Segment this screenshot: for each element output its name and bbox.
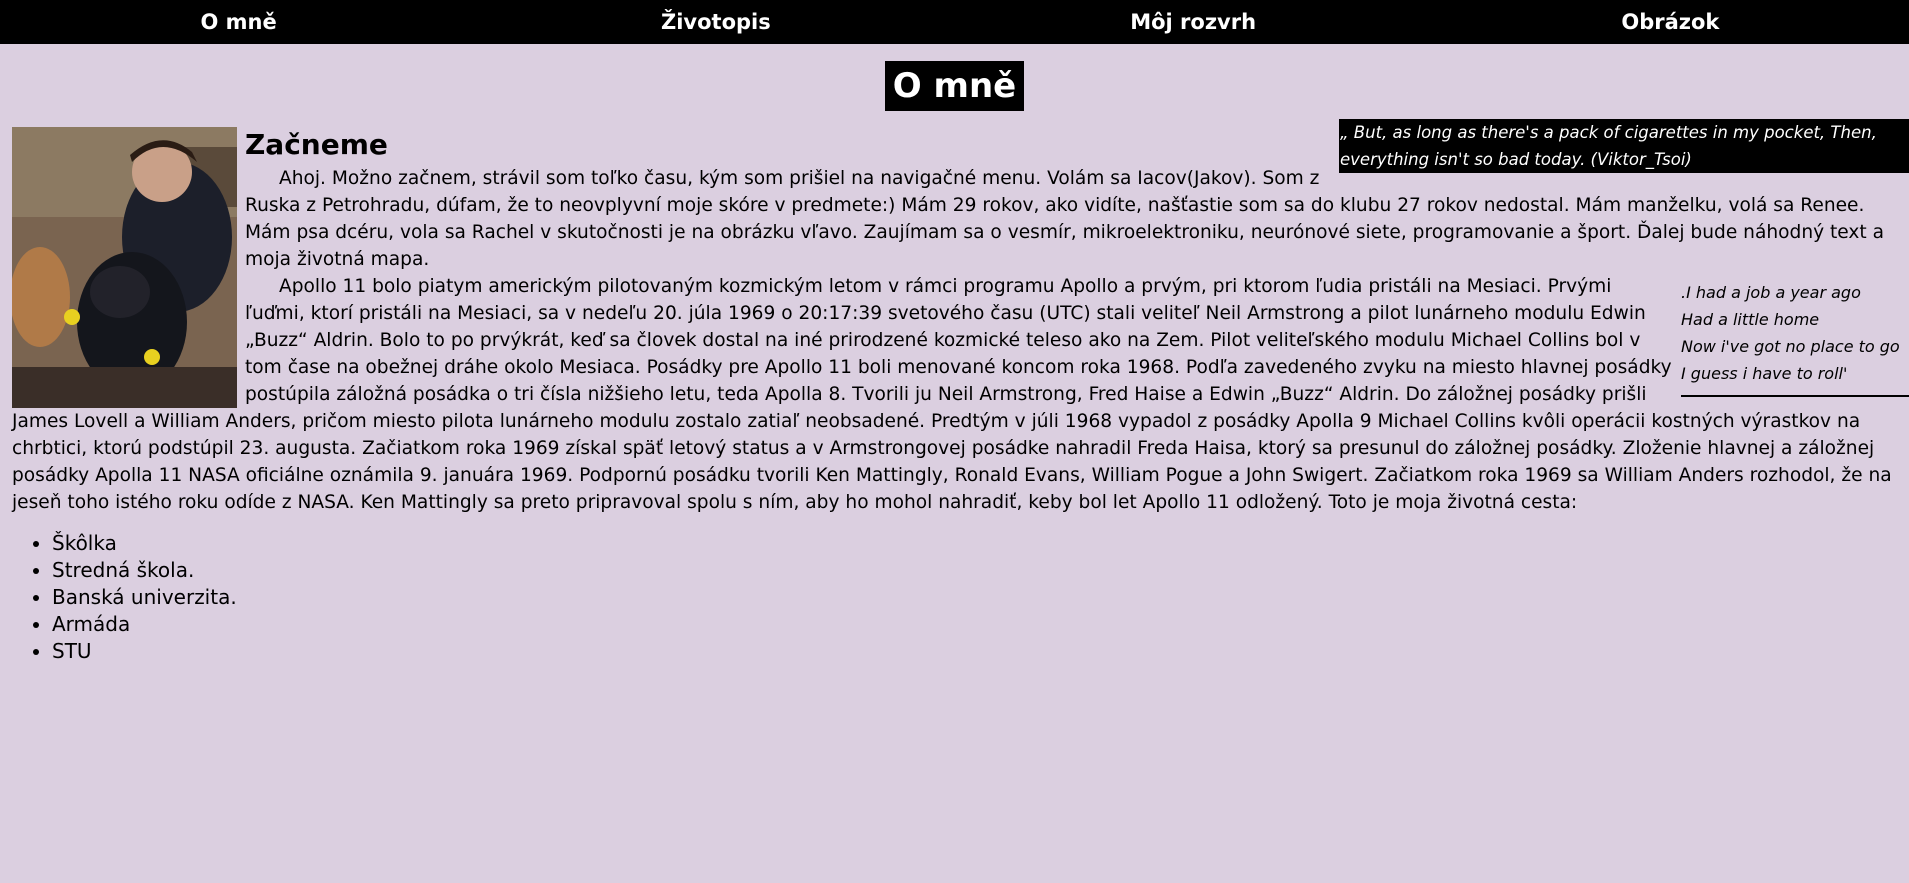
list-item: Škôlka (52, 530, 1901, 557)
side-quote: .I had a job a year ago Had a little hom… (1681, 279, 1909, 397)
nav-link-zivotopis[interactable]: Životopis (477, 10, 954, 34)
side-quote-line: Had a little home (1681, 310, 1820, 329)
list-item: Armáda (52, 611, 1901, 638)
top-navigation: O mně Životopis Môj rozvrh Obrázok (0, 0, 1909, 44)
side-quote-line: Now i've got no place to go (1681, 337, 1900, 356)
apollo-paragraph: Apollo 11 bolo piatym americkým pilotova… (12, 276, 1892, 513)
side-quote-line: I guess i have to roll' (1681, 364, 1848, 383)
intro-paragraph: Ahoj. Možno začnem, strávil som toľko ča… (245, 168, 1885, 270)
list-item: Banská univerzita. (52, 584, 1901, 611)
list-item: Stredná škola. (52, 557, 1901, 584)
quote-banner: „ But, as long as there's a pack of ciga… (1339, 119, 1909, 173)
side-quote-line: .I had a job a year ago (1681, 283, 1861, 302)
title-wrapper: O mně (0, 61, 1909, 111)
list-item: STU (52, 638, 1901, 665)
nav-link-moj-rozvrh[interactable]: Môj rozvrh (955, 10, 1432, 34)
photo-icon (12, 127, 237, 408)
nav-link-obrazok[interactable]: Obrázok (1432, 10, 1909, 34)
life-path-list: Škôlka Stredná škola. Banská univerzita.… (12, 530, 1901, 665)
main-content: „ But, as long as there's a pack of ciga… (12, 119, 1909, 665)
page-title: O mně (884, 61, 1025, 111)
profile-photo (12, 127, 237, 408)
nav-link-o-mne[interactable]: O mně (0, 10, 477, 34)
